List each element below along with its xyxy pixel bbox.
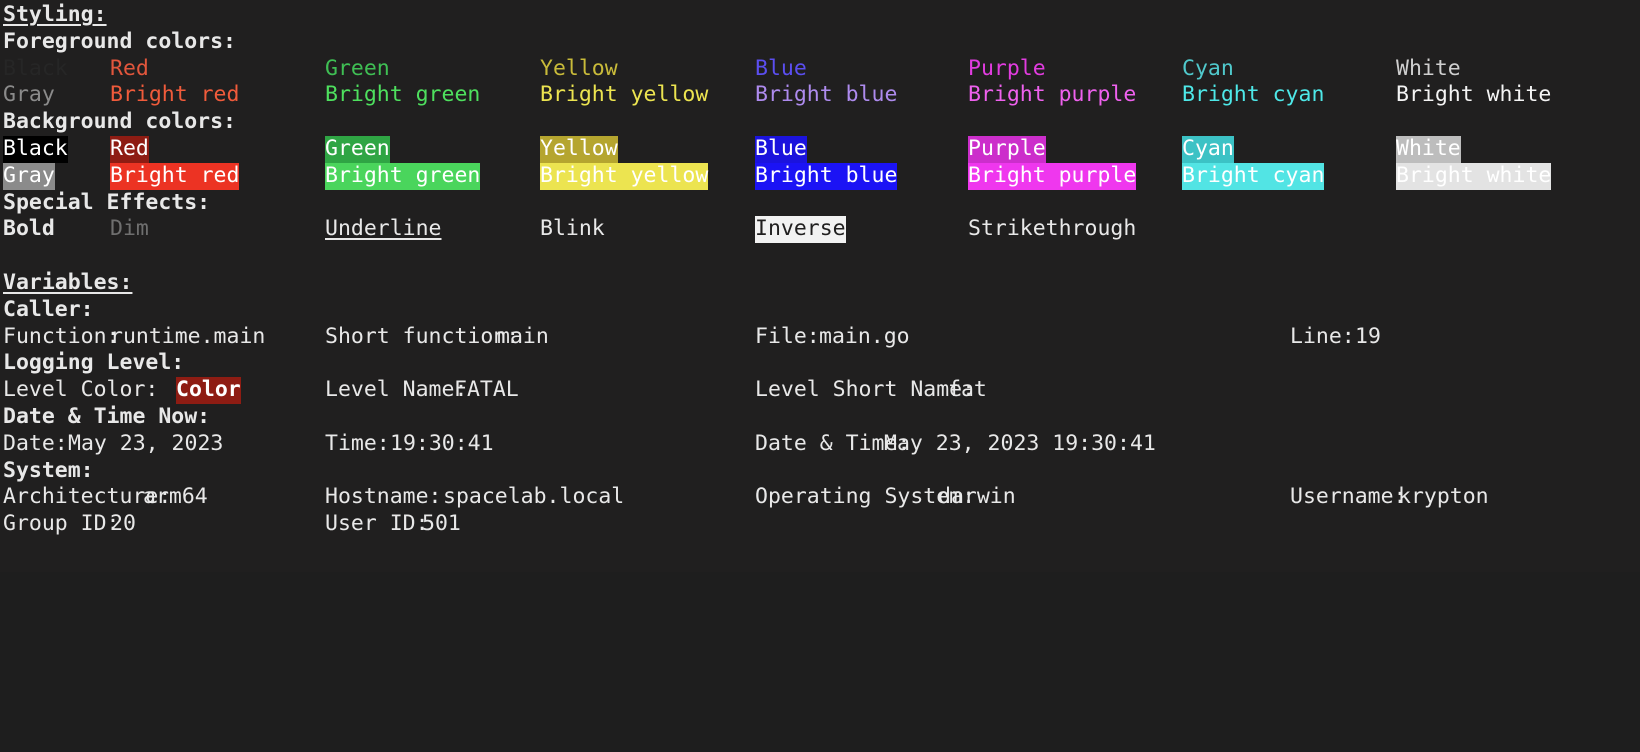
effect-underline: Underline: [325, 216, 442, 242]
variables-heading-row: Variables:: [0, 270, 1640, 297]
date-time-label-row: Date & Time Now:: [0, 404, 1640, 431]
logging-level-label: Logging Level:: [3, 350, 185, 376]
fg-swatch-red: Red: [110, 55, 149, 81]
bg-swatch-blue: Blue: [755, 135, 807, 163]
effect-bold: Bold: [3, 216, 55, 242]
caller-function-value: runtime.main: [110, 323, 266, 349]
level-color-value: Color: [176, 377, 241, 404]
foreground-label-row: Foreground colors:: [0, 29, 1640, 56]
caller-label: Caller:: [3, 296, 94, 322]
caller-values-row: Function: runtime.main Short function: m…: [0, 324, 1640, 351]
hostname-label: Hostname:: [325, 484, 442, 510]
styling-heading: Styling:: [3, 2, 107, 27]
level-name-label: Level Name:: [325, 377, 468, 403]
foreground-bright-row: Gray Bright red Bright green Bright yell…: [0, 82, 1640, 109]
logging-level-values-row: Level Color: Color Level Name: FATAL Lev…: [0, 377, 1640, 404]
background-bright-row: Gray Bright red Bright green Bright yell…: [0, 162, 1640, 190]
user-id-label: User ID:: [325, 511, 429, 537]
user-id-value: 501: [422, 511, 461, 537]
bg-swatch-purple: Purple: [968, 135, 1046, 163]
variables-heading: Variables:: [3, 269, 133, 295]
foreground-normal-row: Black Red Green Yellow Blue Purple Cyan …: [0, 56, 1640, 83]
bg-swatch-red: Red: [110, 135, 149, 163]
fg-swatch-bright-red: Bright red: [110, 82, 240, 108]
bg-swatch-yellow: Yellow: [540, 135, 618, 163]
fg-swatch-bright-blue: Bright blue: [755, 82, 898, 108]
time-label: Time:: [325, 430, 390, 456]
bg-swatch-white: White: [1396, 135, 1461, 163]
date-time-values-row: Date: May 23, 2023 Time: 19:30:41 Date &…: [0, 431, 1640, 458]
bg-swatch-bright-green: Bright green: [325, 162, 481, 190]
caller-function-label: Function:: [3, 323, 120, 349]
caller-line-value: 19: [1355, 323, 1381, 349]
fg-swatch-black: Black: [3, 55, 68, 81]
fg-swatch-bright-white: Bright white: [1396, 82, 1552, 108]
bg-swatch-black: Black: [3, 135, 68, 163]
fg-swatch-white: White: [1396, 55, 1461, 81]
caller-short-function-value: main: [497, 323, 549, 349]
datetime-value: May 23, 2023 19:30:41: [884, 430, 1156, 456]
level-short-name-value: fat: [948, 377, 987, 403]
system-label: System:: [3, 457, 94, 483]
effect-dim: Dim: [110, 216, 149, 242]
bg-swatch-bright-red: Bright red: [110, 162, 240, 190]
fg-swatch-cyan: Cyan: [1182, 55, 1234, 81]
os-value: darwin: [938, 484, 1016, 510]
bg-swatch-bright-white: Bright white: [1396, 162, 1552, 190]
group-id-label: Group ID:: [3, 511, 120, 537]
bg-swatch-bright-blue: Bright blue: [755, 162, 898, 190]
system-values-row-1: Architecture: arm64 Hostname: spacelab.l…: [0, 484, 1640, 511]
bg-swatch-bright-purple: Bright purple: [968, 162, 1137, 190]
foreground-colors-label: Foreground colors:: [3, 28, 236, 54]
caller-short-function-label: Short function:: [325, 323, 520, 349]
fg-swatch-yellow: Yellow: [540, 55, 618, 81]
level-color-label: Level Color:: [3, 377, 159, 403]
level-short-name-label: Level Short Name:: [755, 377, 976, 403]
architecture-value: arm64: [143, 484, 208, 510]
terminal-output: Styling: Foreground colors: Black Red Gr…: [0, 0, 1640, 572]
background-colors-label: Background colors:: [3, 109, 236, 135]
special-effects-row: Bold Dim Underline Blink Inverse Striket…: [0, 216, 1640, 244]
effect-inverse: Inverse: [755, 216, 846, 244]
background-normal-row: Black Red Green Yellow Blue Purple Cyan …: [0, 135, 1640, 163]
username-label: Username:: [1290, 484, 1407, 510]
system-label-row: System:: [0, 458, 1640, 485]
effect-blink: Blink: [540, 216, 605, 242]
special-effects-label: Special Effects:: [3, 189, 211, 215]
bg-swatch-gray: Gray: [3, 162, 55, 190]
hostname-value: spacelab.local: [443, 484, 625, 510]
fg-swatch-bright-purple: Bright purple: [968, 82, 1137, 108]
bg-swatch-cyan: Cyan: [1182, 135, 1234, 163]
group-id-value: 20: [110, 511, 136, 537]
fg-swatch-gray: Gray: [3, 82, 55, 108]
background-label-row: Background colors:: [0, 109, 1640, 136]
fg-swatch-bright-yellow: Bright yellow: [540, 82, 709, 108]
caller-line-label: Line:: [1290, 323, 1355, 349]
username-value: krypton: [1398, 484, 1489, 510]
caller-file-value: main.go: [819, 323, 910, 349]
effect-strikethrough: Strikethrough: [968, 216, 1137, 242]
level-name-value: FATAL: [454, 377, 519, 403]
bg-swatch-bright-cyan: Bright cyan: [1182, 162, 1325, 190]
styling-heading-row: Styling:: [0, 2, 1640, 29]
bg-swatch-green: Green: [325, 135, 390, 163]
bg-swatch-bright-yellow: Bright yellow: [540, 162, 709, 190]
system-values-row-2: Group ID: 20 User ID: 501: [0, 511, 1640, 538]
fg-swatch-green: Green: [325, 55, 390, 81]
date-value: May 23, 2023: [68, 430, 224, 456]
fg-swatch-bright-green: Bright green: [325, 82, 481, 108]
logging-level-label-row: Logging Level:: [0, 350, 1640, 377]
caller-file-label: File:: [755, 323, 820, 349]
time-value: 19:30:41: [390, 430, 494, 456]
caller-label-row: Caller:: [0, 297, 1640, 324]
date-label: Date:: [3, 430, 68, 456]
date-time-now-label: Date & Time Now:: [3, 403, 211, 429]
special-effects-label-row: Special Effects:: [0, 190, 1640, 217]
fg-swatch-blue: Blue: [755, 55, 807, 81]
fg-swatch-bright-cyan: Bright cyan: [1182, 82, 1325, 108]
fg-swatch-purple: Purple: [968, 55, 1046, 81]
